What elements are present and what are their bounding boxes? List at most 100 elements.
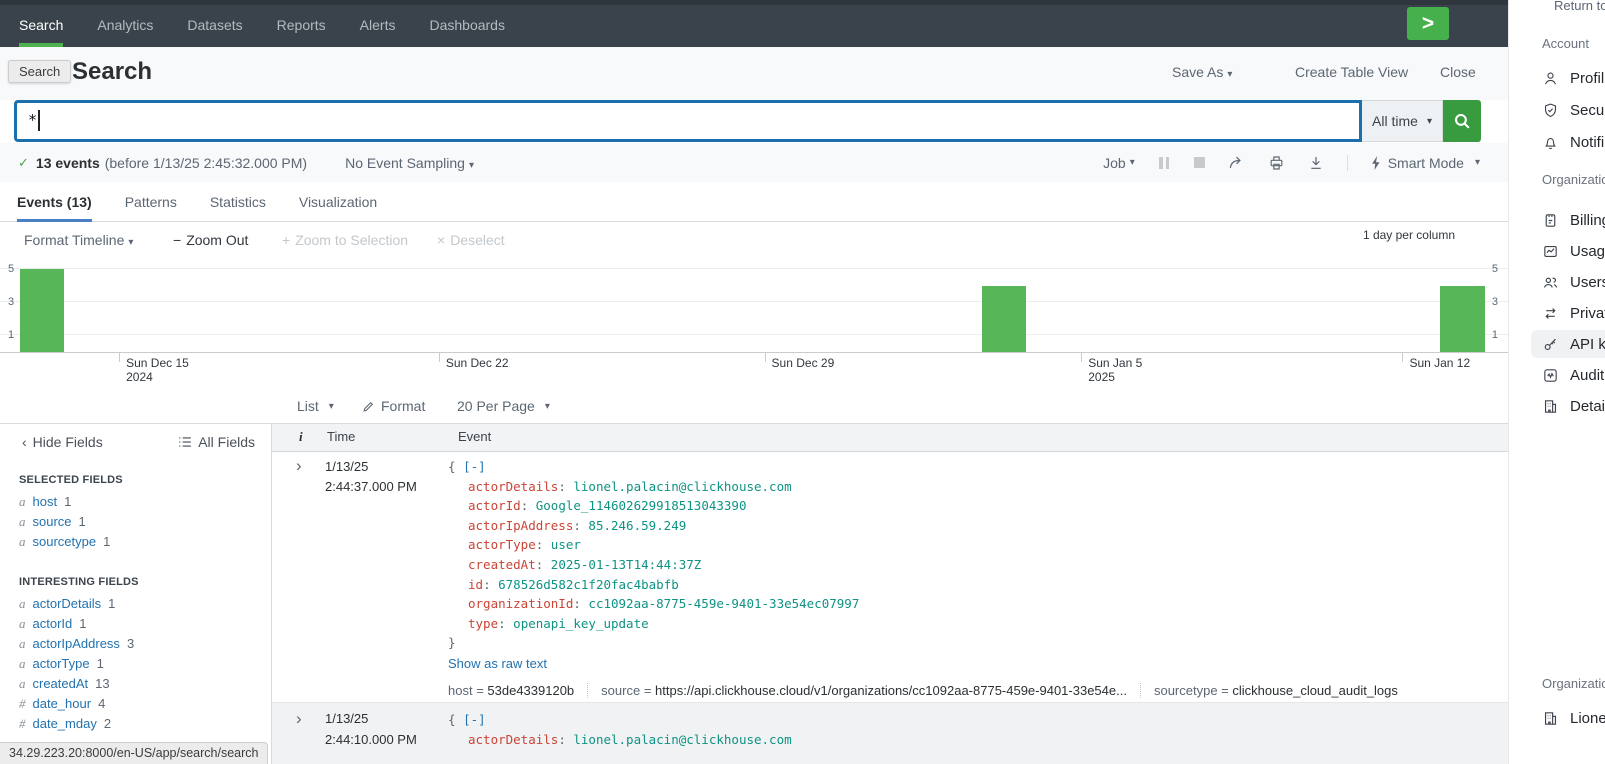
field-createdat[interactable]: acreatedAt13 <box>0 674 271 694</box>
menu-item-audit[interactable]: Audit <box>1509 361 1605 389</box>
per-page-dropdown[interactable]: 20 Per Page▾ <box>457 389 550 424</box>
timeline-bar[interactable] <box>1440 286 1484 352</box>
menu-item-usage[interactable]: Usag <box>1509 237 1605 265</box>
building-icon <box>1542 398 1559 415</box>
menu-item-private-endpoints[interactable]: Privat <box>1509 299 1605 327</box>
bell-icon <box>1542 134 1559 151</box>
show-raw-text-link[interactable]: Show as raw text <box>448 654 1398 674</box>
nav-item-datasets[interactable]: Datasets <box>187 0 242 47</box>
meta-sourcetype[interactable]: sourcetype = clickhouse_cloud_audit_logs <box>1154 681 1398 701</box>
save-as-button[interactable]: Save As▾ <box>1172 64 1232 80</box>
url-status-preview: 34.29.223.20:8000/en-US/app/search/searc… <box>0 742 268 764</box>
meta-source[interactable]: source = https://api.clickhouse.cloud/v1… <box>601 681 1127 701</box>
create-table-view-button[interactable]: Create Table View <box>1295 64 1408 80</box>
field-source[interactable]: asource1 <box>0 512 271 532</box>
shield-icon <box>1542 102 1559 119</box>
account-section-header: Account <box>1542 36 1589 51</box>
stop-icon[interactable] <box>1194 157 1205 168</box>
field-date-hour[interactable]: #date_hour4 <box>0 694 271 714</box>
menu-item-details[interactable]: Detai <box>1509 392 1605 420</box>
nav-item-dashboards[interactable]: Dashboards <box>429 0 505 47</box>
event-count: 13 events <box>36 155 100 171</box>
meta-host[interactable]: host = 53de4339120b <box>448 681 574 701</box>
screen: Search Analytics Datasets Reports Alerts… <box>0 0 1605 764</box>
column-event: Event <box>458 429 491 444</box>
field-actorid[interactable]: aactorId1 <box>0 614 271 634</box>
timeline-bar[interactable] <box>20 269 64 352</box>
timeline-bar[interactable] <box>982 286 1026 352</box>
field-date-mday[interactable]: #date_mday2 <box>0 714 271 734</box>
text-cursor <box>38 110 40 131</box>
menu-item-users[interactable]: Users <box>1509 268 1605 296</box>
search-input[interactable]: * <box>14 100 1362 142</box>
string-type-icon: a <box>19 676 26 691</box>
field-actortype[interactable]: aactorType1 <box>0 654 271 674</box>
y-axis-label: 1 <box>1492 329 1498 341</box>
caret-down-icon: ▾ <box>545 389 550 424</box>
expand-chevron-icon[interactable]: › <box>296 709 302 729</box>
list-view-dropdown[interactable]: List▾ <box>297 389 334 424</box>
x-axis-label: Sun Dec 152024 <box>126 356 189 384</box>
x-tick-mark <box>1402 353 1403 362</box>
zoom-out-button[interactable]: −Zoom Out <box>173 222 248 258</box>
close-button[interactable]: Close <box>1440 64 1476 80</box>
nav-item-search[interactable]: Search <box>19 0 63 47</box>
caret-down-icon: ▾ <box>1427 116 1432 127</box>
collapse-json-link[interactable]: [-] <box>463 459 486 474</box>
menu-item-profile[interactable]: Profil <box>1509 64 1605 92</box>
key-icon <box>1542 336 1559 353</box>
event-row-2: › 1/13/25 2:44:10.000 PM { [-] actorDeta… <box>272 703 1508 764</box>
download-icon[interactable] <box>1308 155 1324 171</box>
check-icon: ✓ <box>18 155 29 171</box>
job-controls: Job▾ <box>1103 143 1480 182</box>
results-tabs: Events (13) Patterns Statistics Visualiz… <box>0 182 1508 222</box>
caret-down-icon: ▾ <box>329 389 334 424</box>
nav-item-reports[interactable]: Reports <box>277 0 326 47</box>
search-button[interactable] <box>1443 100 1481 142</box>
x-axis-label: Sun Jan 52025 <box>1088 356 1142 384</box>
tab-patterns[interactable]: Patterns <box>125 182 177 222</box>
expand-chevron-icon[interactable]: › <box>296 456 302 476</box>
splunk-logo-icon[interactable]: > <box>1407 7 1449 40</box>
caret-down-icon: ▾ <box>469 160 474 171</box>
transfer-arrows-icon <box>1542 305 1559 322</box>
string-type-icon: a <box>19 596 26 611</box>
interesting-fields-header: INTERESTING FIELDS <box>19 576 271 588</box>
format-button[interactable]: Format <box>362 389 425 424</box>
field-actordetails[interactable]: aactorDetails1 <box>0 594 271 614</box>
all-fields-button[interactable]: All Fields <box>178 434 255 450</box>
x-tick-mark <box>119 353 120 362</box>
menu-item-notifications[interactable]: Notifi <box>1509 128 1605 156</box>
format-timeline-dropdown[interactable]: Format Timeline▾ <box>24 222 133 261</box>
nav-item-analytics[interactable]: Analytics <box>97 0 153 47</box>
smart-mode-button[interactable]: Smart Mode▾ <box>1371 155 1480 171</box>
time-range-picker[interactable]: All time▾ <box>1362 100 1443 142</box>
search-query-text: * <box>28 111 37 129</box>
field-actoripaddress[interactable]: aactorIpAddress3 <box>0 634 271 654</box>
share-icon[interactable] <box>1228 155 1245 170</box>
pause-icon[interactable] <box>1158 157 1171 169</box>
menu-item-billing[interactable]: Billing <box>1509 206 1605 234</box>
tab-statistics[interactable]: Statistics <box>210 182 266 222</box>
menu-item-security[interactable]: Secur <box>1509 96 1605 124</box>
event-sampling-dropdown[interactable]: No Event Sampling▾ <box>345 155 474 171</box>
divider <box>1347 155 1348 171</box>
print-icon[interactable] <box>1268 155 1285 171</box>
nav-item-alerts[interactable]: Alerts <box>360 0 396 47</box>
splunk-app: Search Analytics Datasets Reports Alerts… <box>0 0 1508 764</box>
string-type-icon: a <box>19 494 26 509</box>
job-menu-button[interactable]: Job▾ <box>1103 155 1135 171</box>
menu-item-api-keys[interactable]: API k <box>1531 330 1605 358</box>
return-to-link[interactable]: Return to <box>1554 0 1605 13</box>
collapse-json-link[interactable]: [-] <box>463 712 486 727</box>
user-icon <box>1542 70 1559 87</box>
minus-icon: − <box>173 232 181 248</box>
tab-events[interactable]: Events (13) <box>17 182 92 222</box>
field-sourcetype[interactable]: asourcetype1 <box>0 532 271 552</box>
hide-fields-button[interactable]: ‹ Hide Fields <box>22 434 103 450</box>
number-type-icon: # <box>19 696 26 711</box>
tab-visualization[interactable]: Visualization <box>299 182 377 222</box>
menu-item-organization-lionel[interactable]: Lione <box>1509 704 1605 732</box>
field-host[interactable]: ahost1 <box>0 492 271 512</box>
y-gridline <box>0 268 1508 269</box>
